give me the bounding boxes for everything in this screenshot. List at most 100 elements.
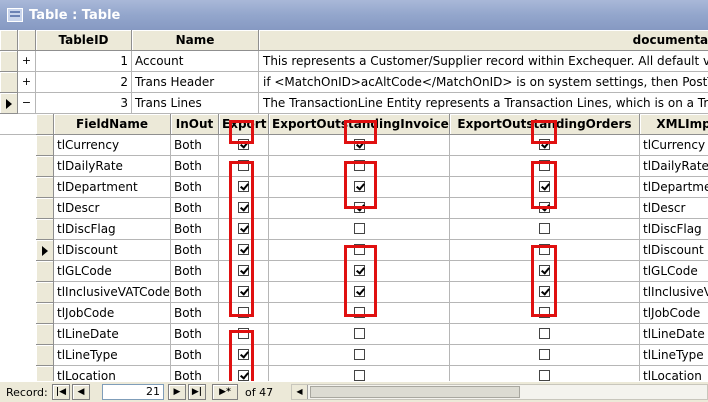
field-name-cell[interactable]: tlDescr: [54, 198, 171, 219]
export-outstanding-orders-checkbox[interactable]: [539, 223, 550, 234]
field-name-cell[interactable]: tlJobCode: [54, 303, 171, 324]
export-checkbox[interactable]: [238, 202, 249, 213]
column-header-exportoutstandingorders[interactable]: ExportOutstandingOrders: [450, 114, 640, 135]
export-outstanding-invoices-cell[interactable]: [269, 240, 450, 261]
export-outstanding-orders-checkbox[interactable]: [539, 202, 550, 213]
export-outstanding-orders-cell[interactable]: [450, 177, 640, 198]
window-titlebar[interactable]: Table : Table: [0, 0, 708, 30]
table-id-cell[interactable]: 1: [36, 51, 132, 72]
field-name-cell[interactable]: tlDailyRate: [54, 156, 171, 177]
export-outstanding-orders-cell[interactable]: [450, 261, 640, 282]
column-header-name[interactable]: Name: [132, 30, 259, 51]
export-checkbox[interactable]: [238, 265, 249, 276]
record-selector[interactable]: [0, 51, 18, 72]
export-outstanding-invoices-cell[interactable]: [269, 177, 450, 198]
export-outstanding-invoices-checkbox[interactable]: [353, 286, 365, 297]
sub-record-selector[interactable]: [36, 324, 54, 345]
export-outstanding-invoices-cell[interactable]: [269, 324, 450, 345]
export-outstanding-invoices-checkbox[interactable]: [353, 202, 365, 213]
datasheet-grid[interactable]: TableID Name documentati +1AccountThis r…: [0, 30, 708, 381]
scroll-left-icon[interactable]: ◀: [292, 385, 308, 399]
field-name-cell[interactable]: tlDiscFlag: [54, 219, 171, 240]
new-record-button[interactable]: ▶*: [212, 384, 238, 400]
export-outstanding-orders-cell[interactable]: [450, 345, 640, 366]
export-checkbox[interactable]: [238, 307, 249, 318]
inout-cell[interactable]: Both: [171, 261, 219, 282]
export-outstanding-orders-checkbox[interactable]: [539, 265, 550, 276]
inout-cell[interactable]: Both: [171, 156, 219, 177]
export-outstanding-invoices-cell[interactable]: [269, 261, 450, 282]
field-name-cell[interactable]: tlLineDate: [54, 324, 171, 345]
inout-cell[interactable]: Both: [171, 135, 219, 156]
last-record-button[interactable]: ▶|: [188, 384, 206, 400]
inout-cell[interactable]: Both: [171, 366, 219, 381]
export-outstanding-orders-checkbox[interactable]: [539, 328, 550, 339]
column-header-tableid[interactable]: TableID: [36, 30, 132, 51]
inout-cell[interactable]: Both: [171, 324, 219, 345]
xml-import-cell[interactable]: tlDescr: [640, 198, 708, 219]
field-name-cell[interactable]: tlDiscount: [54, 240, 171, 261]
xml-import-cell[interactable]: tlLineDate: [640, 324, 708, 345]
field-name-cell[interactable]: tlLocation: [54, 366, 171, 381]
export-cell[interactable]: [219, 282, 269, 303]
inout-cell[interactable]: Both: [171, 240, 219, 261]
xml-import-cell[interactable]: tlInclusiveV: [640, 282, 708, 303]
export-outstanding-invoices-cell[interactable]: [269, 135, 450, 156]
export-outstanding-invoices-cell[interactable]: [269, 345, 450, 366]
first-record-button[interactable]: |◀: [52, 384, 70, 400]
record-selector[interactable]: [0, 72, 18, 93]
xml-import-cell[interactable]: tlLineType: [640, 345, 708, 366]
scroll-thumb[interactable]: [310, 386, 520, 398]
export-outstanding-invoices-checkbox[interactable]: [353, 370, 365, 381]
export-outstanding-orders-checkbox[interactable]: [539, 286, 550, 297]
table-name-cell[interactable]: Trans Header: [132, 72, 259, 93]
expand-toggle[interactable]: +: [18, 72, 36, 93]
table-name-cell[interactable]: Trans Lines: [132, 93, 259, 114]
sub-record-selector[interactable]: [36, 261, 54, 282]
sub-record-selector[interactable]: [36, 345, 54, 366]
field-name-cell[interactable]: tlInclusiveVATCode: [54, 282, 171, 303]
column-header-documentation[interactable]: documentati: [259, 30, 708, 51]
export-outstanding-invoices-checkbox[interactable]: [353, 265, 365, 276]
export-outstanding-orders-cell[interactable]: [450, 303, 640, 324]
export-checkbox[interactable]: [238, 181, 249, 192]
column-header-xmlimport[interactable]: XMLImpo: [640, 114, 708, 135]
export-checkbox[interactable]: [238, 349, 249, 360]
expand-toggle[interactable]: +: [18, 51, 36, 72]
export-outstanding-invoices-checkbox[interactable]: [353, 181, 365, 192]
export-cell[interactable]: [219, 303, 269, 324]
xml-import-cell[interactable]: tlLocation: [640, 366, 708, 381]
table-id-cell[interactable]: 2: [36, 72, 132, 93]
inout-cell[interactable]: Both: [171, 345, 219, 366]
export-outstanding-orders-cell[interactable]: [450, 156, 640, 177]
export-cell[interactable]: [219, 198, 269, 219]
export-outstanding-invoices-checkbox[interactable]: [353, 223, 365, 234]
export-outstanding-orders-cell[interactable]: [450, 282, 640, 303]
export-outstanding-invoices-cell[interactable]: [269, 156, 450, 177]
sub-record-selector[interactable]: [36, 219, 54, 240]
sub-record-selector[interactable]: [36, 135, 54, 156]
export-checkbox[interactable]: [238, 139, 249, 150]
field-name-cell[interactable]: tlLineType: [54, 345, 171, 366]
export-outstanding-invoices-checkbox[interactable]: [353, 160, 365, 171]
export-outstanding-invoices-checkbox[interactable]: [353, 328, 365, 339]
export-cell[interactable]: [219, 345, 269, 366]
xml-import-cell[interactable]: tlDailyRate: [640, 156, 708, 177]
export-outstanding-orders-cell[interactable]: [450, 240, 640, 261]
export-outstanding-orders-checkbox[interactable]: [539, 181, 550, 192]
export-outstanding-orders-checkbox[interactable]: [539, 244, 550, 255]
xml-import-cell[interactable]: tlJobCode: [640, 303, 708, 324]
export-outstanding-invoices-cell[interactable]: [269, 366, 450, 381]
export-outstanding-invoices-checkbox[interactable]: [353, 244, 365, 255]
export-checkbox[interactable]: [238, 223, 249, 234]
export-cell[interactable]: [219, 324, 269, 345]
export-outstanding-orders-cell[interactable]: [450, 324, 640, 345]
inout-cell[interactable]: Both: [171, 219, 219, 240]
export-outstanding-invoices-checkbox[interactable]: [353, 139, 365, 150]
export-outstanding-orders-cell[interactable]: [450, 135, 640, 156]
column-header-exportoutstandinginvoices[interactable]: ExportOutstandingInvoices: [269, 114, 450, 135]
corner-selector[interactable]: [0, 30, 18, 51]
table-id-cell[interactable]: 3: [36, 93, 132, 114]
export-outstanding-invoices-cell[interactable]: [269, 198, 450, 219]
export-cell[interactable]: [219, 240, 269, 261]
